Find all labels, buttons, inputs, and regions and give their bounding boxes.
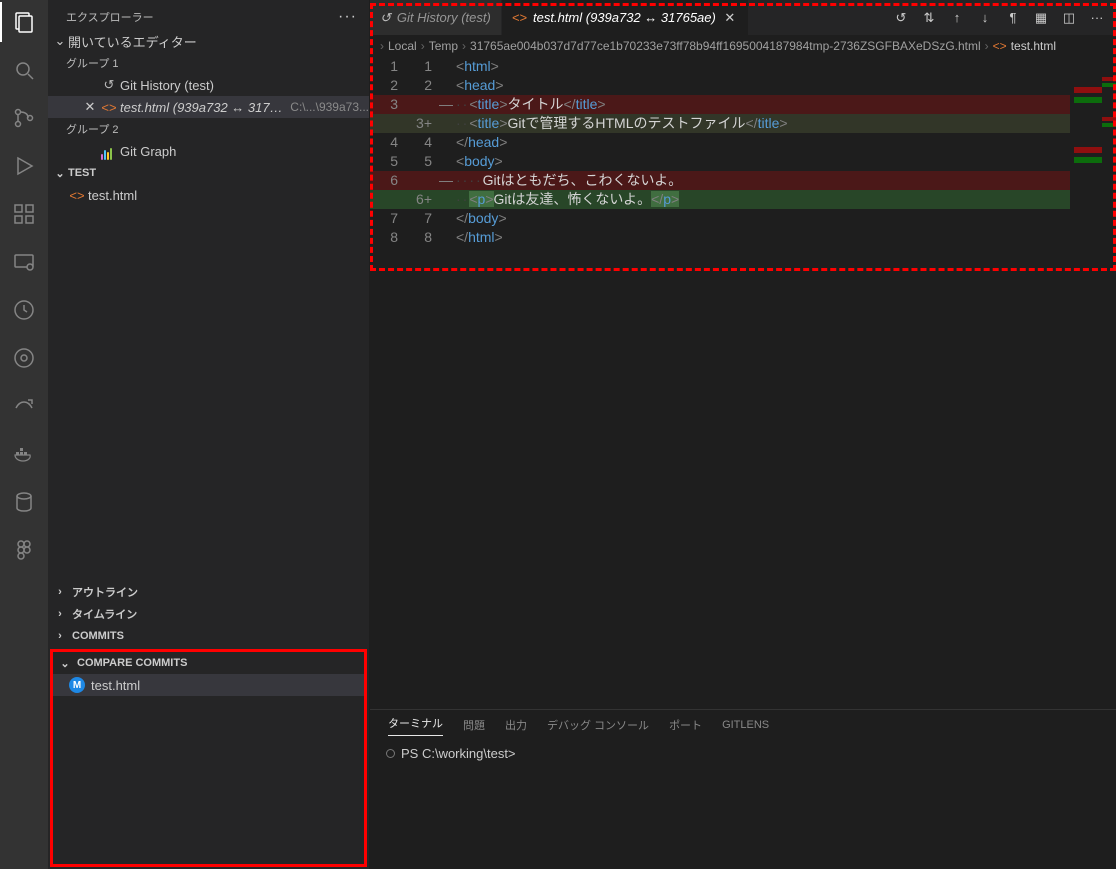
chevron-down-icon: ⌄ [52, 167, 68, 180]
tab-debug-console[interactable]: デバッグ コンソール [547, 717, 649, 733]
gitlens-activity-icon[interactable] [0, 342, 48, 374]
swap-action-icon[interactable]: ⇅ [920, 10, 938, 26]
chevron-right-icon: › [380, 39, 384, 53]
bottom-panel: ターミナル 問題 出力 デバッグ コンソール ポート GITLENS PS C:… [370, 709, 1116, 869]
timeline-activity-icon[interactable] [0, 294, 48, 326]
file-label: test.html [88, 188, 369, 203]
panel-tabs: ターミナル 問題 出力 デバッグ コンソール ポート GITLENS [370, 710, 1116, 740]
git-graph-icon [98, 145, 120, 157]
explorer-activity-icon[interactable] [0, 6, 48, 38]
breadcrumb-file[interactable]: <>test.html [993, 39, 1056, 53]
docker-activity-icon[interactable] [0, 438, 48, 470]
sidebar: エクスプローラー ··· ⌄ 開いているエディター グループ 1 ↺ Git H… [48, 0, 370, 869]
workspace-label: TEST [68, 167, 96, 179]
sidebar-title: エクスプローラー [66, 9, 154, 25]
outline-section[interactable]: › アウトライン [48, 581, 369, 603]
share-activity-icon[interactable] [0, 390, 48, 422]
tab-diff-file[interactable]: <> test.html (939a732 ↔ 31765ae) ✕ [502, 0, 749, 35]
close-icon[interactable]: ✕ [82, 99, 98, 115]
compare-commits-section: ⌄ COMPARE COMMITS M test.html [50, 649, 367, 867]
tab-output[interactable]: 出力 [505, 717, 527, 733]
chevron-right-icon: › [985, 39, 989, 53]
breadcrumb-item[interactable]: Temp [429, 39, 458, 53]
split-editor-icon[interactable]: ◫ [1060, 10, 1078, 26]
open-editor-git-graph[interactable]: Git Graph [48, 140, 369, 162]
commits-label: COMMITS [72, 630, 124, 642]
open-file-icon[interactable]: ▦ [1032, 10, 1050, 26]
open-editor-diff-file[interactable]: ✕ <> test.html (939a732 ↔ 31765ae) C:\..… [48, 96, 369, 118]
editor-area: ↺ Git History (test) <> test.html (939a7… [370, 0, 1116, 869]
minimap[interactable] [1070, 57, 1102, 247]
chevron-down-icon: ⌄ [57, 657, 73, 670]
history-icon: ↺ [380, 10, 391, 26]
tab-git-history[interactable]: ↺ Git History (test) [370, 0, 502, 35]
compare-file-label: test.html [91, 678, 140, 693]
breadcrumb-item[interactable]: 31765ae004b037d7d77ce1b70233e73ff78b94ff… [470, 39, 981, 53]
html-file-icon: <> [66, 188, 88, 203]
terminal-prompt: PS C:\working\test> [401, 746, 516, 761]
database-activity-icon[interactable] [0, 486, 48, 518]
search-activity-icon[interactable] [0, 54, 48, 86]
compare-commits-header[interactable]: ⌄ COMPARE COMMITS [53, 652, 364, 674]
group-1-label: グループ 1 [48, 52, 369, 74]
group-2-label: グループ 2 [48, 118, 369, 140]
history-icon: ↺ [98, 77, 120, 93]
html-file-icon: <> [98, 100, 120, 115]
next-diff-icon[interactable]: ↓ [976, 10, 994, 25]
sidebar-more-icon[interactable]: ··· [338, 8, 357, 26]
activity-bar [0, 0, 48, 869]
chevron-right-icon: › [52, 630, 68, 642]
timeline-section[interactable]: › タイムライン [48, 603, 369, 625]
tab-gitlens[interactable]: GITLENS [722, 719, 769, 731]
more-actions-icon[interactable]: ··· [1088, 10, 1106, 25]
sidebar-header: エクスプローラー ··· [48, 0, 369, 30]
diff-editor[interactable]: 11<html> 22<head> 3—··<title>タイトル</title… [370, 57, 1116, 247]
terminal-body[interactable]: PS C:\working\test> [370, 740, 1116, 869]
extensions-activity-icon[interactable] [0, 198, 48, 230]
tab-bar: ↺ Git History (test) <> test.html (939a7… [370, 0, 1116, 35]
run-debug-activity-icon[interactable] [0, 150, 48, 182]
workspace-header[interactable]: ⌄ TEST [48, 162, 369, 184]
prev-diff-icon[interactable]: ↑ [948, 10, 966, 25]
open-editors-header[interactable]: ⌄ 開いているエディター [48, 30, 369, 52]
editor-actions: ↺ ⇅ ↑ ↓ ¶ ▦ ◫ ··· [882, 0, 1116, 35]
html-file-icon: <> [512, 10, 527, 25]
file-label: test.html (939a732 ↔ 31765ae) [120, 100, 286, 115]
history-action-icon[interactable]: ↺ [892, 10, 910, 26]
tab-problems[interactable]: 問題 [463, 717, 485, 733]
compare-commits-label: COMPARE COMMITS [77, 657, 187, 669]
outline-label: アウトライン [72, 584, 138, 600]
chevron-right-icon: › [52, 608, 68, 620]
timeline-label: タイムライン [72, 606, 137, 622]
breadcrumb[interactable]: › Local › Temp › 31765ae004b037d7d77ce1b… [370, 35, 1116, 57]
figma-activity-icon[interactable] [0, 534, 48, 566]
open-editor-git-history[interactable]: ↺ Git History (test) [48, 74, 369, 96]
chevron-down-icon: ⌄ [52, 33, 68, 49]
tab-terminal[interactable]: ターミナル [388, 715, 443, 736]
remote-activity-icon[interactable] [0, 246, 48, 278]
tab-ports[interactable]: ポート [669, 717, 702, 733]
chevron-right-icon: › [52, 586, 68, 598]
overview-ruler[interactable] [1102, 57, 1116, 247]
chevron-right-icon: › [421, 39, 425, 53]
open-editors-section: ⌄ 開いているエディター グループ 1 ↺ Git History (test)… [48, 30, 369, 206]
close-icon[interactable]: ✕ [722, 10, 738, 26]
whitespace-icon[interactable]: ¶ [1004, 10, 1022, 25]
file-label: Git Graph [120, 144, 369, 159]
app-root: エクスプローラー ··· ⌄ 開いているエディター グループ 1 ↺ Git H… [0, 0, 1116, 869]
workspace-file-test-html[interactable]: <> test.html [48, 184, 369, 206]
tab-label: Git History (test) [397, 10, 491, 25]
source-control-activity-icon[interactable] [0, 102, 48, 134]
chevron-right-icon: › [462, 39, 466, 53]
file-path-label: C:\...\939a73... [290, 100, 369, 114]
open-editors-label: 開いているエディター [68, 32, 197, 51]
commits-section[interactable]: › COMMITS [48, 625, 369, 647]
tab-label: test.html (939a732 ↔ 31765ae) [533, 10, 716, 25]
compare-file-row[interactable]: M test.html [53, 674, 364, 696]
modified-badge: M [69, 677, 85, 693]
terminal-status-icon [386, 749, 395, 758]
breadcrumb-item[interactable]: Local [388, 39, 417, 53]
file-label: Git History (test) [120, 78, 369, 93]
